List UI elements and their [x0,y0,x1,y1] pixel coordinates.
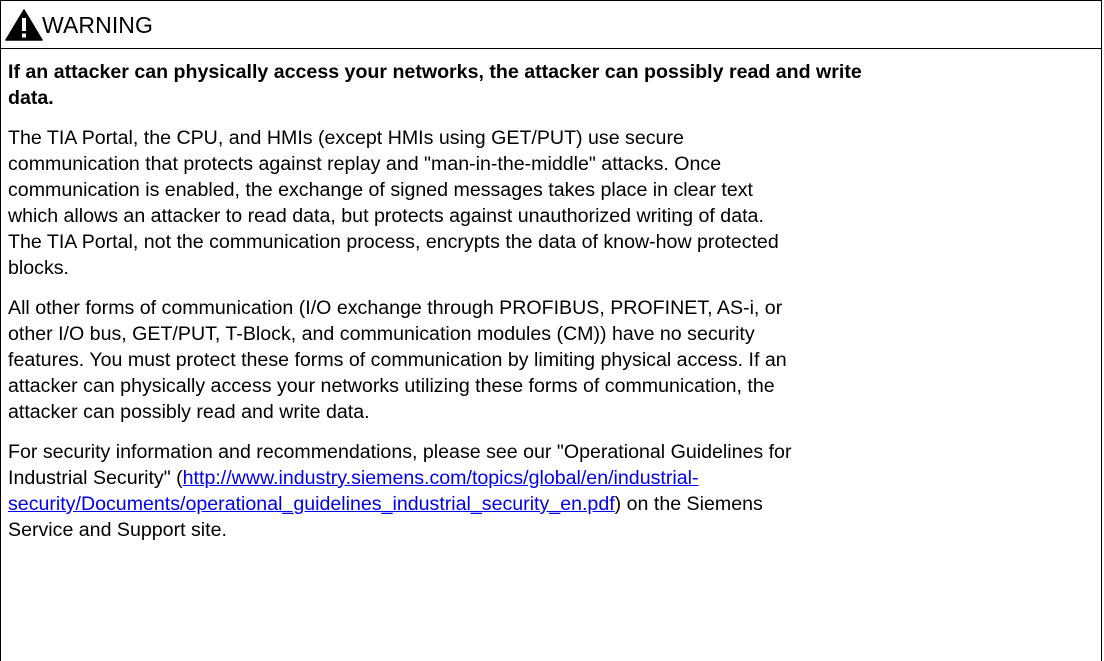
paragraph-security-guidelines: For security information and recommendat… [8,439,1101,543]
text-line: blocks. [8,257,69,279]
text-line: The TIA Portal, not the communication pr… [8,231,779,253]
text-line: attacker can physically access your netw… [8,375,775,397]
text-line: All other forms of communication (I/O ex… [8,297,783,319]
text-line: For security information and recommendat… [8,441,792,463]
bold-line: data. [8,87,54,109]
warning-notice: WARNING If an attacker can physically ac… [0,0,1102,661]
text-line: communication is enabled, the exchange o… [8,179,753,201]
text-line: Service and Support site. [8,519,227,541]
text-line: other I/O bus, GET/PUT, T-Block, and com… [8,323,755,345]
text-line: communication that protects against repl… [8,153,722,175]
warning-triangle-icon [5,9,43,41]
text-line: attacker can possibly read and write dat… [8,401,370,423]
text-line: Industrial Security" ( [8,467,183,489]
notice-header: WARNING [1,1,1101,49]
link-text[interactable]: security/Documents/operational_guideline… [8,493,615,515]
text-line: which allows an attacker to read data, b… [8,205,764,227]
paragraph-other-communication: All other forms of communication (I/O ex… [8,295,1101,425]
text-line: ) on the Siemens [614,493,763,515]
text-line: The TIA Portal, the CPU, and HMIs (excep… [8,127,684,149]
notice-body: If an attacker can physically access you… [1,59,1101,543]
bold-warning-text: If an attacker can physically access you… [8,59,1101,111]
link-text[interactable]: http://www.industry.siemens.com/topics/g… [183,467,699,489]
paragraph-secure-communication: The TIA Portal, the CPU, and HMIs (excep… [8,125,1101,281]
bold-line: If an attacker can physically access you… [8,61,862,83]
notice-title: WARNING [42,12,154,38]
text-line: features. You must protect these forms o… [8,349,787,371]
